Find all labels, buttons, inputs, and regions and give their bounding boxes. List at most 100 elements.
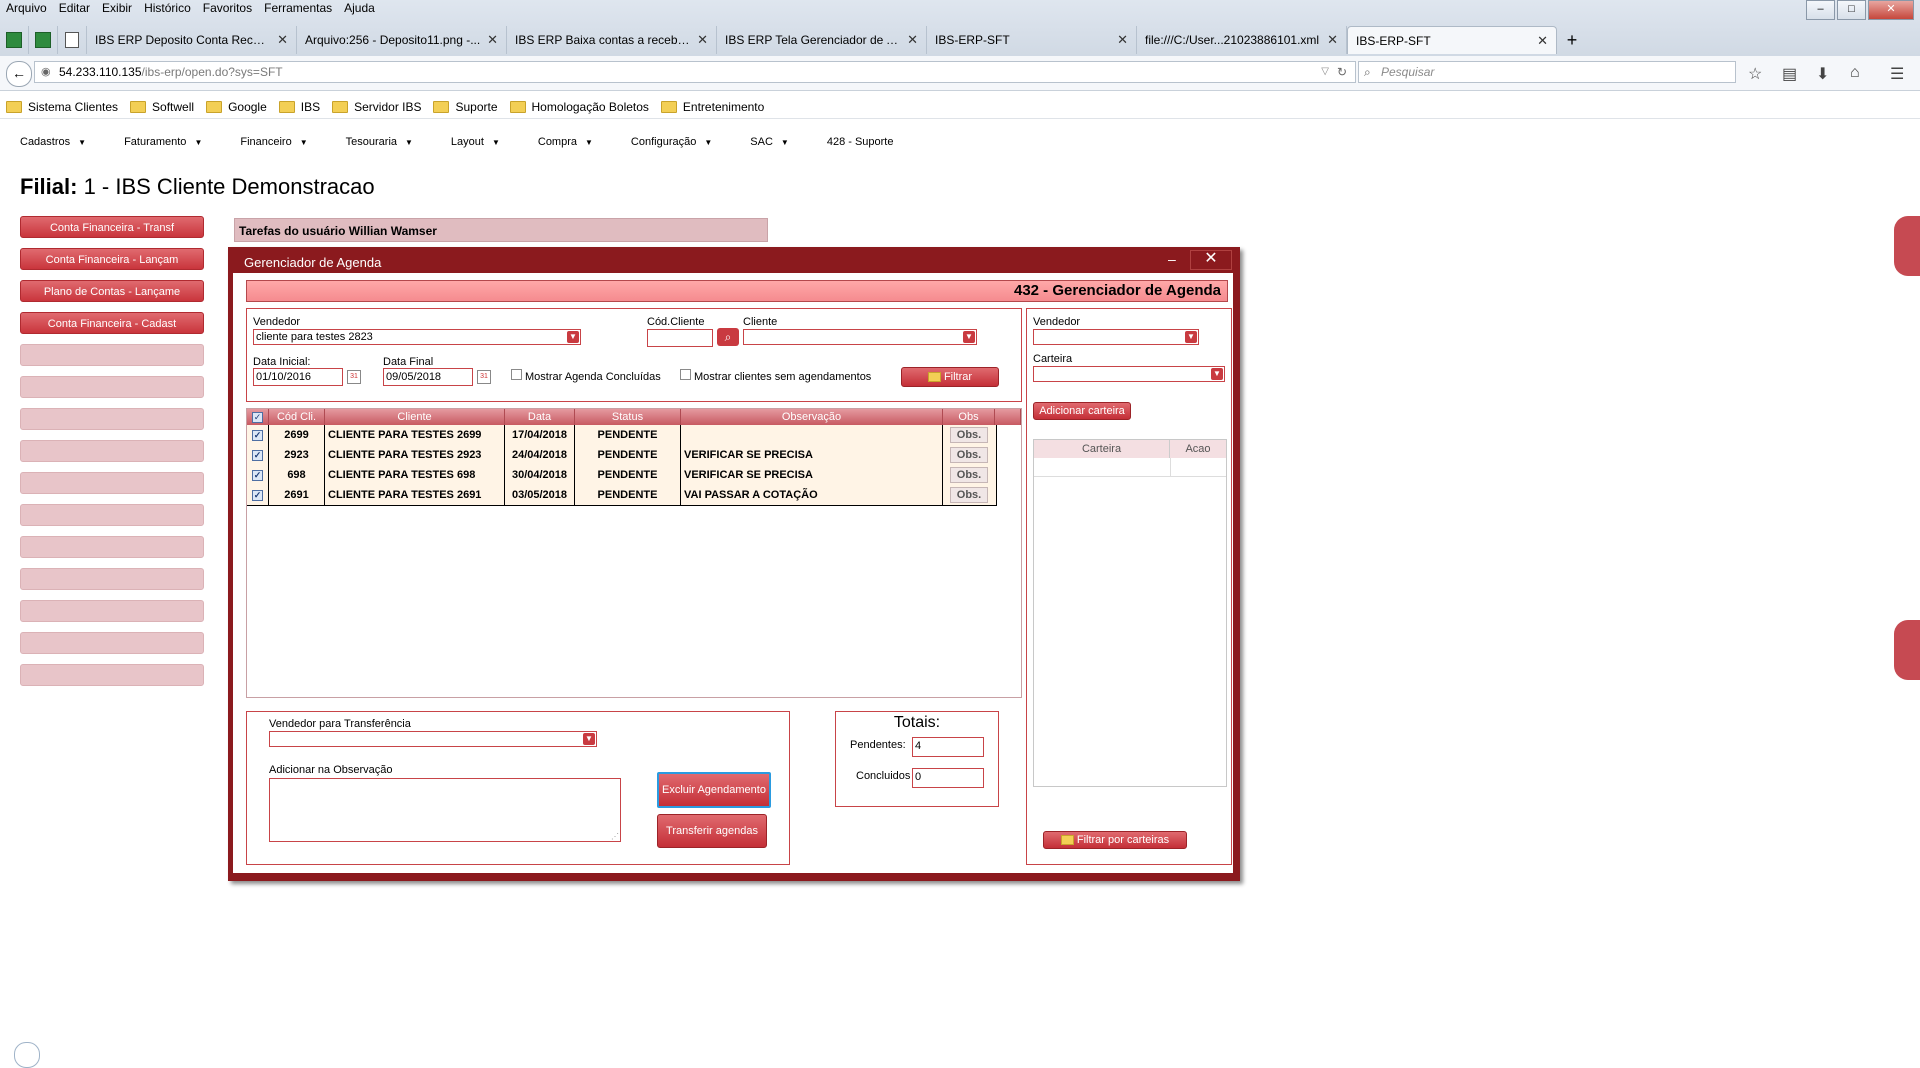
bookmark-google[interactable]: Google bbox=[206, 100, 267, 114]
col-data[interactable]: Data bbox=[505, 409, 575, 425]
menu-compra[interactable]: Compra ▼ bbox=[538, 130, 593, 154]
side-button-conta-financeira-lancam[interactable]: Conta Financeira - Lançam bbox=[20, 248, 204, 270]
filtrar-button[interactable]: Filtrar bbox=[901, 367, 999, 387]
menu-historico[interactable]: Histórico bbox=[138, 0, 197, 18]
new-tab-button[interactable]: + bbox=[1557, 26, 1587, 54]
tab-ibs-sft-active[interactable]: IBS-ERP-SFT ✕ bbox=[1347, 26, 1557, 54]
menu-financeiro[interactable]: Financeiro ▼ bbox=[240, 130, 307, 154]
row-checkbox[interactable]: ✓ bbox=[252, 430, 263, 441]
cod-cliente-input[interactable] bbox=[647, 329, 713, 347]
bookmark-entretenimento[interactable]: Entretenimento bbox=[660, 100, 764, 114]
hamburger-menu-icon[interactable]: ☰ bbox=[1890, 64, 1904, 84]
row-checkbox[interactable]: ✓ bbox=[252, 490, 263, 501]
side-collapse-tab[interactable] bbox=[1894, 216, 1920, 276]
adicionar-carteira-button[interactable]: Adicionar carteira bbox=[1033, 402, 1131, 420]
menu-ferramentas[interactable]: Ferramentas bbox=[258, 0, 338, 18]
mostrar-concluidas-checkbox[interactable] bbox=[511, 369, 522, 380]
close-tab-icon[interactable]: ✕ bbox=[1117, 32, 1128, 48]
obs-button[interactable]: Obs. bbox=[950, 487, 988, 503]
obs-button[interactable]: Obs. bbox=[950, 467, 988, 483]
menu-exibir[interactable]: Exibir bbox=[96, 0, 138, 18]
calendar-icon[interactable]: 31 bbox=[347, 370, 361, 384]
side-button-plano-de-contas[interactable]: Plano de Contas - Lançame bbox=[20, 280, 204, 302]
modal-close-button[interactable]: ✕ bbox=[1190, 250, 1232, 270]
bookmark-servidor-ibs[interactable]: Servidor IBS bbox=[332, 100, 421, 114]
table-row[interactable]: ✓ 2923 CLIENTE PARA TESTES 2923 24/04/20… bbox=[247, 445, 997, 466]
vendedor-select[interactable]: cliente para testes 2823 ▼ bbox=[253, 329, 581, 345]
cliente-select[interactable]: ▼ bbox=[743, 329, 977, 345]
data-inicial-input[interactable]: 01/10/2016 bbox=[253, 368, 343, 386]
data-final-input[interactable]: 09/05/2018 bbox=[383, 368, 473, 386]
menu-faturamento[interactable]: Faturamento ▼ bbox=[124, 130, 202, 154]
close-tab-icon[interactable]: ✕ bbox=[1327, 32, 1338, 48]
close-window-button[interactable]: ✕ bbox=[1868, 0, 1914, 20]
reload-icon[interactable]: ↻ bbox=[1337, 62, 1347, 82]
search-input[interactable]: ⌕ Pesquisar bbox=[1358, 61, 1736, 83]
close-tab-icon[interactable]: ✕ bbox=[487, 32, 498, 48]
menu-ajuda[interactable]: Ajuda bbox=[338, 0, 381, 18]
filtrar-por-carteiras-button[interactable]: Filtrar por carteiras bbox=[1043, 831, 1187, 849]
url-dropdown-icon[interactable]: ▽ bbox=[1321, 62, 1329, 82]
modal-minimize-button[interactable]: – bbox=[1168, 251, 1176, 267]
close-tab-icon[interactable]: ✕ bbox=[1537, 33, 1548, 49]
bookmark-sistema-clientes[interactable]: Sistema Clientes bbox=[6, 100, 118, 114]
close-tab-icon[interactable]: ✕ bbox=[907, 32, 918, 48]
pinned-tab-page[interactable] bbox=[58, 26, 87, 54]
minimize-window-button[interactable]: – bbox=[1806, 0, 1835, 20]
menu-layout[interactable]: Layout ▼ bbox=[451, 130, 500, 154]
excluir-agendamento-button[interactable]: Excluir Agendamento bbox=[657, 772, 771, 808]
bookmark-star-icon[interactable]: ☆ bbox=[1748, 64, 1762, 84]
maximize-window-button[interactable]: □ bbox=[1837, 0, 1866, 20]
col-acao[interactable]: Acao bbox=[1170, 440, 1226, 458]
table-row[interactable]: ✓ 2699 CLIENTE PARA TESTES 2699 17/04/20… bbox=[247, 425, 997, 446]
menu-user-suporte[interactable]: 428 - Suporte bbox=[827, 130, 894, 154]
carteira-select[interactable]: ▼ bbox=[1033, 366, 1225, 382]
menu-arquivo[interactable]: Arquivo bbox=[0, 0, 53, 18]
col-obs[interactable]: Obs bbox=[943, 409, 995, 425]
row-checkbox[interactable]: ✓ bbox=[252, 450, 263, 461]
table-row[interactable]: ✓ 698 CLIENTE PARA TESTES 698 30/04/2018… bbox=[247, 465, 997, 486]
tab-ibs-sft[interactable]: IBS-ERP-SFT ✕ bbox=[927, 26, 1137, 54]
select-all-checkbox[interactable]: ✓ bbox=[252, 412, 263, 423]
menu-cadastros[interactable]: Cadastros ▼ bbox=[20, 130, 86, 154]
col-carteira[interactable]: Carteira bbox=[1034, 440, 1170, 458]
mostrar-sem-agendamentos-checkbox[interactable] bbox=[680, 369, 691, 380]
vendedor-transferencia-select[interactable]: ▼ bbox=[269, 731, 597, 747]
pinned-tab-sheet[interactable] bbox=[0, 26, 29, 54]
side-collapse-tab[interactable] bbox=[1894, 620, 1920, 680]
menu-sac[interactable]: SAC ▼ bbox=[750, 130, 789, 154]
table-row[interactable]: ✓ 2691 CLIENTE PARA TESTES 2691 03/05/20… bbox=[247, 485, 997, 506]
bookmark-softwell[interactable]: Softwell bbox=[130, 100, 194, 114]
back-button[interactable]: ← bbox=[6, 61, 32, 87]
download-icon[interactable]: ⬇ bbox=[1816, 64, 1829, 84]
reading-list-icon[interactable]: ▤ bbox=[1782, 64, 1797, 84]
bookmark-homologacao-boletos[interactable]: Homologação Boletos bbox=[509, 100, 649, 114]
col-status[interactable]: Status bbox=[575, 409, 681, 425]
obs-button[interactable]: Obs. bbox=[950, 427, 988, 443]
col-cliente[interactable]: Cliente bbox=[325, 409, 505, 425]
side-button-conta-financeira-cadast[interactable]: Conta Financeira - Cadast bbox=[20, 312, 204, 334]
side-button-conta-financeira-transf[interactable]: Conta Financeira - Transf bbox=[20, 216, 204, 238]
home-icon[interactable]: ⌂ bbox=[1850, 64, 1860, 82]
tab-baixa[interactable]: IBS ERP Baixa contas a receber ... ✕ bbox=[507, 26, 717, 54]
bookmark-ibs[interactable]: IBS bbox=[278, 100, 320, 114]
search-client-button[interactable]: ⌕ bbox=[717, 328, 739, 346]
col-observacao[interactable]: Observação bbox=[681, 409, 943, 425]
menu-favoritos[interactable]: Favoritos bbox=[197, 0, 258, 18]
calendar-icon[interactable]: 31 bbox=[477, 370, 491, 384]
menu-configuracao[interactable]: Configuração ▼ bbox=[631, 130, 712, 154]
row-checkbox[interactable]: ✓ bbox=[252, 470, 263, 481]
tab-xml-file[interactable]: file:///C:/User...21023886101.xml ✕ bbox=[1137, 26, 1347, 54]
col-cod-cli[interactable]: Cód Cli. bbox=[269, 409, 325, 425]
tab-gerenciador[interactable]: IBS ERP Tela Gerenciador de Ag... ✕ bbox=[717, 26, 927, 54]
close-tab-icon[interactable]: ✕ bbox=[277, 32, 288, 48]
tab-arquivo[interactable]: Arquivo:256 - Deposito11.png -... ✕ bbox=[297, 26, 507, 54]
obs-button[interactable]: Obs. bbox=[950, 447, 988, 463]
menu-editar[interactable]: Editar bbox=[53, 0, 96, 18]
transferir-agendas-button[interactable]: Transferir agendas bbox=[657, 814, 767, 848]
menu-tesouraria[interactable]: Tesouraria ▼ bbox=[346, 130, 413, 154]
pinned-tab-sheet-2[interactable] bbox=[29, 26, 58, 54]
tab-deposito[interactable]: IBS ERP Deposito Conta Recebe... ✕ bbox=[87, 26, 297, 54]
observacao-textarea[interactable]: ⋰ bbox=[269, 778, 621, 842]
right-vendedor-select[interactable]: ▼ bbox=[1033, 329, 1199, 345]
